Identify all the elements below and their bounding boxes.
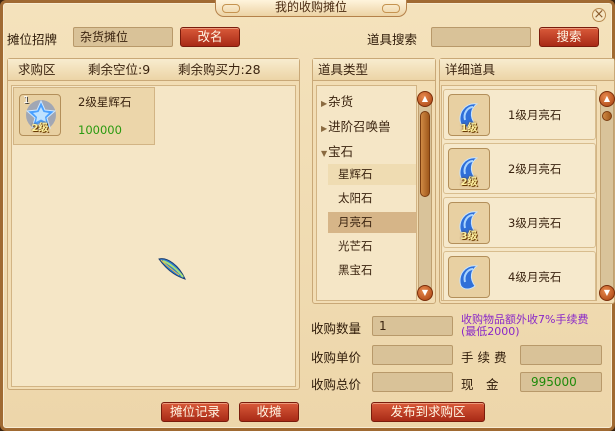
close-icon[interactable]: × — [594, 7, 605, 22]
category-item-label: 进阶召唤兽 — [328, 119, 391, 134]
detail-header: 详细道具 — [440, 59, 614, 81]
scroll-up-icon[interactable]: ▲ — [417, 91, 433, 107]
scroll-down-icon[interactable]: ▼ — [599, 285, 615, 301]
total-price-label: 收购总价 — [311, 377, 362, 392]
category-panel: 道具类型 ▶杂货 ▶进阶召唤兽 ▼宝石 星辉石 太阳石 月亮石 光芒石 黑宝石 … — [312, 58, 436, 304]
detail-item-name: 2级月亮石 — [508, 162, 562, 176]
cash-field: 995000 — [520, 372, 602, 392]
window-title: 我的收购摊位 — [215, 0, 407, 17]
fee-label: 手 续 费 — [461, 350, 507, 365]
buy-item-level: 2级 — [31, 123, 49, 134]
quantity-label: 收购数量 — [311, 321, 362, 336]
stall-record-button[interactable]: 摊位记录 — [161, 402, 229, 422]
detail-item-slot[interactable]: 3级 — [448, 202, 490, 244]
category-title: 道具类型 — [318, 62, 369, 77]
total-price-field — [372, 372, 453, 392]
buy-item-name: 2级星辉石 — [78, 95, 132, 109]
detail-scroll-thumb[interactable] — [602, 111, 612, 121]
category-item-advanced-pets[interactable]: ▶进阶召唤兽 — [321, 116, 416, 137]
detail-title: 详细道具 — [445, 62, 496, 77]
buy-area-title: 求购区 — [18, 62, 56, 77]
category-item-gems[interactable]: ▼宝石 — [321, 141, 416, 162]
unit-price-label: 收购单价 — [311, 350, 362, 365]
buy-item-count: 1 — [23, 95, 30, 106]
fee-note: 收购物品额外收7%手续费 (最低2000) — [461, 314, 588, 338]
detail-item[interactable]: 4级月亮石 — [443, 251, 596, 300]
detail-item-name: 3级月亮石 — [508, 216, 562, 230]
detail-item[interactable]: 1级 1级月亮石 — [443, 89, 596, 140]
category-header: 道具类型 — [313, 59, 435, 81]
scroll-up-icon[interactable]: ▲ — [599, 91, 615, 107]
rename-button[interactable]: 改名 — [180, 27, 240, 47]
category-list: ▶杂货 ▶进阶召唤兽 ▼宝石 星辉石 太阳石 月亮石 光芒石 黑宝石 — [316, 85, 417, 301]
close-button[interactable]: × — [592, 8, 606, 22]
search-input[interactable] — [431, 27, 531, 47]
fee-note-line2: (最低2000) — [461, 325, 520, 338]
detail-list: 1级 1级月亮石 2级 2级月亮石 3级 3级月亮石 4级月亮石 — [441, 85, 597, 301]
category-item-label: 宝石 — [328, 144, 354, 159]
gem-item-black[interactable]: 黑宝石 — [328, 260, 416, 281]
expand-arrow-icon: ▶ — [321, 99, 328, 108]
buy-item-slot[interactable]: 1 2级 — [19, 94, 61, 136]
gem-item-star[interactable]: 星辉石 — [328, 164, 416, 185]
window-title-text: 我的收购摊位 — [274, 0, 347, 14]
detail-scrollbar[interactable]: ▲ ▼ — [599, 91, 615, 301]
close-stall-button[interactable]: 收摊 — [239, 402, 299, 422]
detail-item-level: 3级 — [460, 231, 478, 242]
buy-item-card[interactable]: 1 2级 2级星辉石 100000 — [13, 87, 155, 145]
remaining-power: 剩余购买力:28 — [178, 62, 261, 77]
detail-item-level: 2级 — [460, 177, 478, 188]
detail-item-level: 1级 — [460, 123, 478, 134]
detail-item-slot[interactable] — [448, 256, 490, 298]
detail-item-slot[interactable]: 2级 — [448, 148, 490, 190]
detail-panel: 详细道具 1级 1级月亮石 2级 2级月亮石 3级 3级月亮石 4级月亮石 ▲ … — [439, 58, 615, 304]
detail-item-name: 4级月亮石 — [508, 270, 562, 284]
sign-field[interactable]: 杂货摊位 — [73, 27, 173, 47]
detail-item-name: 1级月亮石 — [508, 108, 562, 122]
collapse-arrow-icon: ▼ — [321, 149, 328, 158]
publish-button[interactable]: 发布到求购区 — [371, 402, 485, 422]
buy-item-price: 100000 — [78, 123, 122, 137]
buy-area-grid: 1 2级 2级星辉石 100000 — [11, 85, 296, 387]
detail-item-slot[interactable]: 1级 — [448, 94, 490, 136]
quantity-input[interactable]: 1 — [372, 316, 453, 336]
detail-item[interactable]: 3级 3级月亮石 — [443, 197, 596, 248]
free-slots: 剩余空位:9 — [88, 62, 151, 77]
moonstone-icon — [459, 265, 479, 290]
buy-area-panel: 求购区 剩余空位:9 剩余购买力:28 1 2级 2级星辉石 100000 — [7, 58, 300, 390]
cash-label: 现 金 — [461, 377, 499, 392]
fee-field — [520, 345, 602, 365]
category-scrollbar[interactable]: ▲ ▼ — [417, 91, 433, 301]
expand-arrow-icon: ▶ — [321, 124, 328, 133]
category-scroll-thumb[interactable] — [420, 111, 430, 197]
buy-area-header: 求购区 剩余空位:9 剩余购买力:28 — [8, 59, 299, 81]
category-item-misc[interactable]: ▶杂货 — [321, 91, 416, 112]
scroll-down-icon[interactable]: ▼ — [417, 285, 433, 301]
gem-item-sun[interactable]: 太阳石 — [328, 188, 416, 209]
unit-price-input[interactable] — [372, 345, 453, 365]
category-item-label: 杂货 — [328, 94, 354, 109]
search-label: 道具搜索 — [367, 32, 418, 47]
sign-label: 摊位招牌 — [7, 32, 58, 47]
stall-window: 我的收购摊位 × 摊位招牌 杂货摊位 改名 道具搜索 搜索 求购区 剩余空位:9… — [0, 0, 615, 431]
feather-cursor-icon — [158, 258, 186, 280]
detail-item[interactable]: 2级 2级月亮石 — [443, 143, 596, 194]
search-button[interactable]: 搜索 — [539, 27, 599, 47]
gem-item-moon[interactable]: 月亮石 — [328, 212, 416, 233]
gem-item-radiance[interactable]: 光芒石 — [328, 236, 416, 257]
